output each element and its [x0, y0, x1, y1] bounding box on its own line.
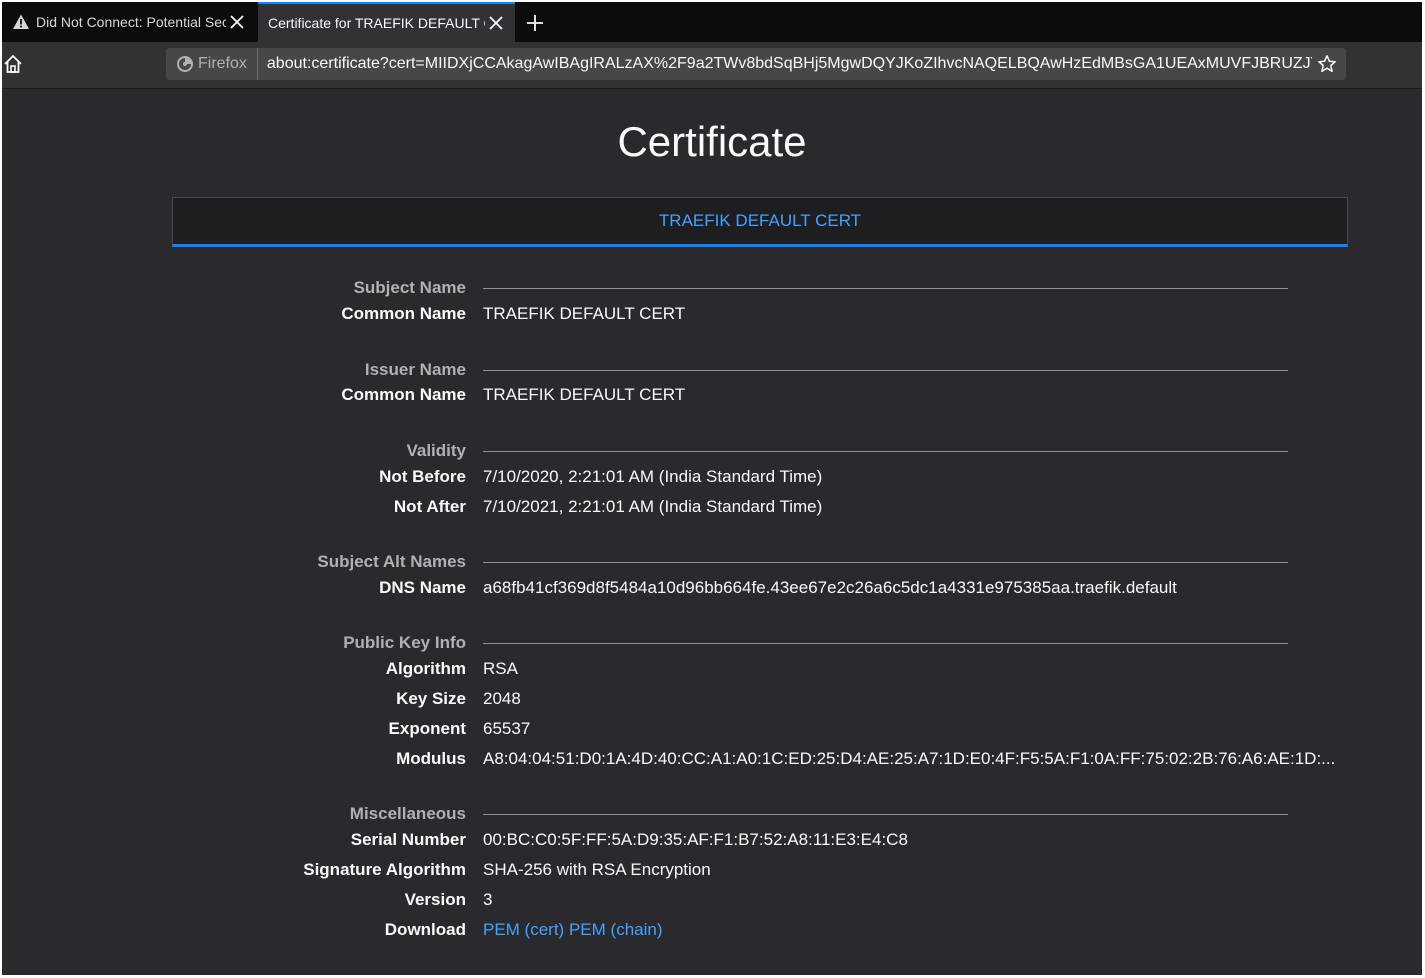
field-label: Not Before [379, 467, 466, 486]
close-tab-icon[interactable] [485, 12, 507, 34]
field-signature-algorithm: Signature Algorithm SHA-256 with RSA Enc… [2, 857, 1422, 883]
section-label: Issuer Name [364, 360, 466, 379]
divider [483, 370, 1288, 371]
page-title: Certificate [617, 118, 807, 165]
field-value: A8:04:04:51:D0:1A:4D:40:CC:A1:A0:1C:ED:2… [483, 749, 1336, 768]
field-label: Version [404, 890, 466, 909]
section-subject-alt-names: Subject Alt Names [2, 549, 1422, 575]
browser-window: Did Not Connect: Potential Security Issu… [2, 2, 1422, 975]
field-label: Algorithm [385, 659, 466, 678]
tab-title: Did Not Connect: Potential Security Issu… [36, 14, 226, 30]
field-label: Signature Algorithm [303, 860, 466, 879]
url-text[interactable]: about:certificate?cert=MIIDXjCCAkagAwIBA… [258, 55, 1312, 73]
field-exponent: Exponent 65537 [2, 716, 1422, 742]
field-value: RSA [483, 659, 518, 678]
divider [483, 814, 1288, 815]
tab-certificate[interactable]: Certificate for TRAEFIK DEFAULT CERT [258, 2, 515, 42]
home-icon[interactable] [2, 53, 24, 75]
section-validity: Validity [2, 438, 1422, 464]
section-issuer-name: Issuer Name [2, 357, 1422, 383]
pem-cert-link[interactable]: PEM (cert) [483, 920, 564, 939]
section-miscellaneous: Miscellaneous [2, 801, 1422, 827]
identity-box[interactable]: Firefox [166, 48, 258, 80]
field-issuer-common-name: Common Name TRAEFIK DEFAULT CERT [2, 382, 1422, 408]
divider [483, 562, 1288, 563]
field-download: Download PEM (cert) PEM (chain) [2, 917, 1422, 943]
field-label: Common Name [341, 304, 466, 323]
section-label: Miscellaneous [349, 804, 466, 823]
field-serial-number: Serial Number 00:BC:C0:5F:FF:5A:D9:35:AF… [2, 827, 1422, 853]
divider [483, 643, 1288, 644]
field-label: Common Name [341, 385, 466, 404]
section-label: Validity [406, 441, 466, 460]
field-label: Not After [393, 497, 466, 516]
pem-chain-link[interactable]: PEM (chain) [569, 920, 663, 939]
field-label: DNS Name [379, 578, 466, 597]
certificate-tab[interactable]: TRAEFIK DEFAULT CERT [172, 197, 1348, 247]
bookmark-star-icon[interactable] [1312, 49, 1342, 79]
navigation-bar: Firefox about:certificate?cert=MIIDXjCCA… [2, 42, 1422, 89]
section-label: Public Key Info [343, 633, 466, 652]
field-not-after: Not After 7/10/2021, 2:21:01 AM (India S… [2, 494, 1422, 520]
divider [483, 288, 1288, 289]
new-tab-button[interactable] [522, 10, 548, 36]
field-value: a68fb41cf369d8f5484a10d96bb664fe.43ee67e… [483, 578, 1177, 597]
field-value: 7/10/2020, 2:21:01 AM (India Standard Ti… [483, 467, 823, 486]
tab-did-not-connect[interactable]: Did Not Connect: Potential Security Issu… [2, 2, 256, 42]
field-dns-name: DNS Name a68fb41cf369d8f5484a10d96bb664f… [2, 575, 1422, 601]
field-label: Exponent [388, 719, 466, 738]
field-subject-common-name: Common Name TRAEFIK DEFAULT CERT [2, 301, 1422, 327]
warning-icon [13, 14, 29, 29]
tab-title: Certificate for TRAEFIK DEFAULT CERT [268, 15, 485, 31]
section-label: Subject Alt Names [317, 552, 466, 571]
field-value: TRAEFIK DEFAULT CERT [483, 304, 686, 323]
tab-strip: Did Not Connect: Potential Security Issu… [2, 2, 1422, 42]
close-tab-icon[interactable] [226, 11, 248, 33]
field-label: Modulus [396, 749, 466, 768]
field-value: SHA-256 with RSA Encryption [483, 860, 711, 879]
plus-icon [527, 15, 543, 31]
field-value: 65537 [483, 719, 531, 738]
download-links: PEM (cert) PEM (chain) [483, 917, 663, 943]
url-bar[interactable]: Firefox about:certificate?cert=MIIDXjCCA… [166, 48, 1346, 80]
field-label: Serial Number [350, 830, 466, 849]
field-value: TRAEFIK DEFAULT CERT [483, 385, 686, 404]
field-label: Key Size [396, 689, 466, 708]
field-not-before: Not Before 7/10/2020, 2:21:01 AM (India … [2, 464, 1422, 490]
field-modulus: Modulus A8:04:04:51:D0:1A:4D:40:CC:A1:A0… [2, 746, 1422, 772]
field-value: 00:BC:C0:5F:FF:5A:D9:35:AF:F1:B7:52:A8:1… [483, 830, 908, 849]
divider [483, 451, 1288, 452]
field-version: Version 3 [2, 887, 1422, 913]
identity-label: Firefox [198, 55, 247, 72]
section-label: Subject Name [353, 278, 466, 297]
field-key-size: Key Size 2048 [2, 686, 1422, 712]
field-value: 2048 [483, 689, 521, 708]
section-public-key-info: Public Key Info [2, 630, 1422, 656]
firefox-icon [177, 56, 193, 72]
field-value: 3 [483, 890, 493, 909]
field-label: Download [384, 920, 466, 939]
section-subject-name: Subject Name [2, 275, 1422, 301]
field-value: 7/10/2021, 2:21:01 AM (India Standard Ti… [483, 497, 823, 516]
field-algorithm: Algorithm RSA [2, 656, 1422, 682]
